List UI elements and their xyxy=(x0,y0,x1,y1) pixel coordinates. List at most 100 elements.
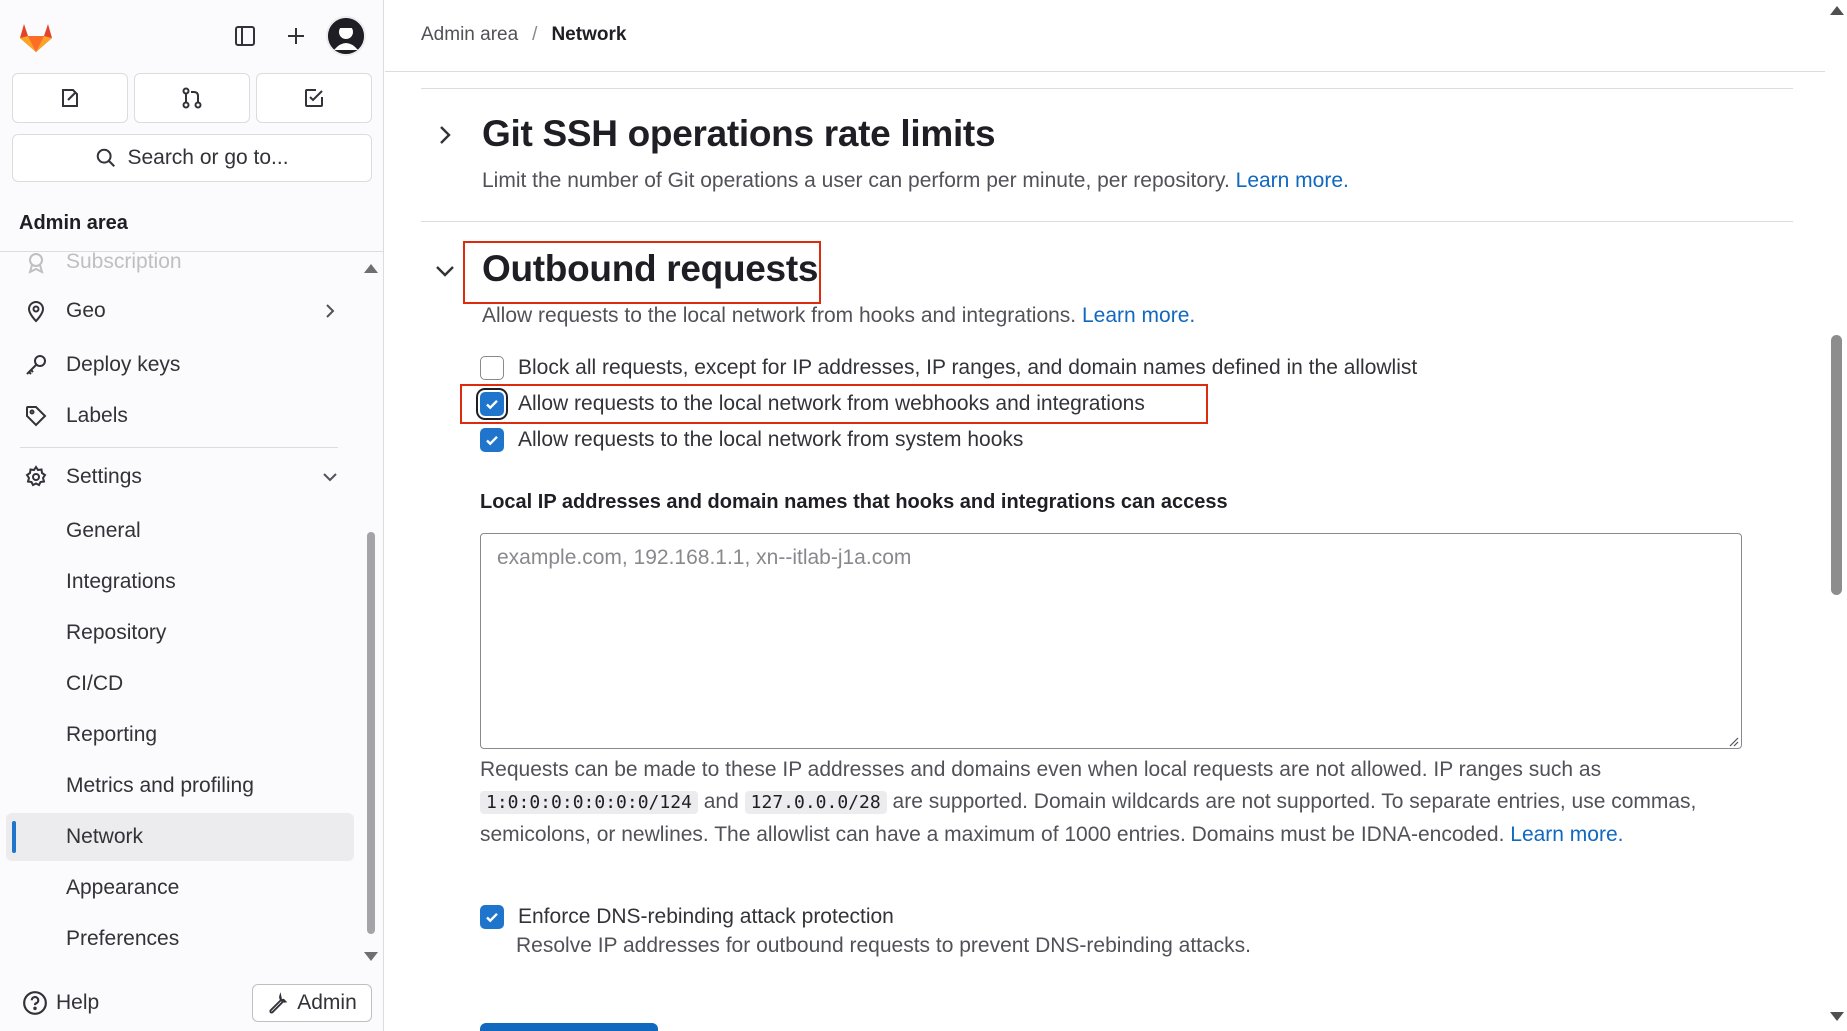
chevron-right-icon xyxy=(326,304,335,318)
user-avatar[interactable] xyxy=(326,16,366,56)
sidebar-item-subscription[interactable]: Subscription xyxy=(6,252,354,286)
outbound-section-title[interactable]: Outbound requests xyxy=(482,248,818,290)
allow-webhooks-checkbox[interactable] xyxy=(480,392,504,416)
chevron-down-icon xyxy=(323,473,337,482)
help-label: Help xyxy=(56,991,100,1014)
scrollbar-thumb[interactable] xyxy=(1831,335,1842,595)
allow-webhooks-checkbox-row[interactable]: Allow requests to the local network from… xyxy=(480,389,1145,419)
sidebar-item-repository[interactable]: Repository xyxy=(6,609,354,657)
allow-system-hooks-checkbox-row[interactable]: Allow requests to the local network from… xyxy=(480,425,1023,455)
breadcrumb-admin-area[interactable]: Admin area xyxy=(421,24,518,46)
sidebar-item-integrations[interactable]: Integrations xyxy=(6,558,354,606)
breadcrumb: Admin area / Network xyxy=(421,24,626,46)
sidebar-item-label: Appearance xyxy=(66,876,180,899)
section-divider xyxy=(421,88,1793,89)
location-pin-icon xyxy=(27,301,45,323)
scrollbar-thumb[interactable] xyxy=(367,532,375,934)
allowlist-learn-more-link[interactable]: Learn more. xyxy=(1510,823,1623,846)
checkmark-icon xyxy=(486,399,498,410)
breadcrumb-separator: / xyxy=(532,24,538,45)
git-ssh-section-description: Limit the number of Git operations a use… xyxy=(482,169,1349,193)
help-text-part-1: Requests can be made to these IP address… xyxy=(480,758,1602,781)
sidebar-title: Admin area xyxy=(0,196,384,252)
sidebar-item-metrics-and-profiling[interactable]: Metrics and profiling xyxy=(6,762,354,810)
sidebar-nav: Subscription Geo Deploy keys Labels Sett… xyxy=(0,252,384,967)
sidebar-item-network[interactable]: Network xyxy=(6,813,354,861)
checkbox-label: Allow requests to the local network from… xyxy=(518,428,1024,451)
nav-divider xyxy=(20,447,338,448)
scroll-down-arrow-icon[interactable] xyxy=(364,952,378,961)
sidebar-item-label: CI/CD xyxy=(66,672,124,695)
git-ssh-description-text: Limit the number of Git operations a use… xyxy=(482,169,1230,192)
sidebar-item-labels[interactable]: Labels xyxy=(6,392,354,440)
section-divider xyxy=(421,221,1793,222)
chevron-down-icon[interactable] xyxy=(431,257,459,285)
gear-icon xyxy=(25,465,47,487)
sidebar-item-label: Repository xyxy=(66,621,167,644)
outbound-section-description: Allow requests to the local network from… xyxy=(482,304,1195,328)
page-scrollbar[interactable] xyxy=(1826,0,1847,1031)
sidebar-item-deploy-keys[interactable]: Deploy keys xyxy=(6,341,354,389)
breadcrumb-network[interactable]: Network xyxy=(551,24,626,46)
top-bar: Admin area / Network xyxy=(385,0,1825,72)
chevron-right-icon[interactable] xyxy=(431,121,459,149)
checkbox-label: Enforce DNS-rebinding attack protection xyxy=(518,905,894,928)
label-icon xyxy=(26,406,47,427)
key-icon xyxy=(26,355,46,375)
sidebar: Search or go to... Admin area Subscripti… xyxy=(0,0,384,1031)
sidebar-item-label: Labels xyxy=(66,404,128,427)
scroll-up-arrow-icon[interactable] xyxy=(1830,6,1844,15)
checkmark-icon xyxy=(486,435,498,446)
dns-rebinding-checkbox[interactable] xyxy=(480,905,504,929)
scroll-down-arrow-icon[interactable] xyxy=(1830,1012,1844,1021)
outbound-description-text: Allow requests to the local network from… xyxy=(482,304,1077,327)
sidebar-footer: Help Admin xyxy=(0,976,384,1031)
search-label: Search or go to... xyxy=(127,146,289,169)
todo-icon xyxy=(305,89,323,107)
save-changes-button[interactable] xyxy=(480,1023,658,1031)
sidebar-item-geo[interactable]: Geo xyxy=(6,287,354,335)
help-button[interactable]: Help xyxy=(22,986,99,1020)
merge-requests-button[interactable] xyxy=(134,73,250,123)
sidebar-scrollbar[interactable] xyxy=(364,262,378,962)
git-ssh-section-title[interactable]: Git SSH operations rate limits xyxy=(482,113,996,155)
search-button[interactable]: Search or go to... xyxy=(12,134,372,182)
sidebar-item-label: Deploy keys xyxy=(66,353,181,376)
allowlist-textarea[interactable] xyxy=(480,533,1742,749)
block-all-requests-checkbox[interactable] xyxy=(480,356,504,380)
sidebar-item-reporting[interactable]: Reporting xyxy=(6,711,354,759)
sidebar-item-ci-cd[interactable]: CI/CD xyxy=(6,660,354,708)
scroll-up-arrow-icon[interactable] xyxy=(364,264,378,273)
checkmark-icon xyxy=(486,912,498,923)
issues-icon xyxy=(62,89,78,107)
git-ssh-learn-more-link[interactable]: Learn more. xyxy=(1236,169,1349,192)
sidebar-item-preferences[interactable]: Preferences xyxy=(6,915,354,963)
issues-button[interactable] xyxy=(12,73,128,123)
outbound-learn-more-link[interactable]: Learn more. xyxy=(1082,304,1195,327)
sidebar-item-label: Reporting xyxy=(66,723,158,746)
sidebar-item-settings[interactable]: Settings xyxy=(6,453,354,501)
help-icon xyxy=(23,991,47,1015)
gitlab-tanuki-icon[interactable] xyxy=(16,16,56,56)
allow-system-hooks-checkbox[interactable] xyxy=(480,428,504,452)
todo-button[interactable] xyxy=(256,73,372,123)
allowlist-label: Local IP addresses and domain names that… xyxy=(480,491,1228,513)
sidebar-item-label: Settings xyxy=(66,465,142,488)
admin-button[interactable]: Admin xyxy=(252,984,372,1022)
plus-icon[interactable] xyxy=(278,18,314,54)
sidebar-item-general[interactable]: General xyxy=(6,507,354,555)
search-icon xyxy=(97,148,116,167)
sidebar-toggle-icon[interactable] xyxy=(227,18,263,54)
main-content: Git SSH operations rate limits Limit the… xyxy=(385,73,1825,1031)
sidebar-item-appearance[interactable]: Appearance xyxy=(6,864,354,912)
sidebar-item-label: Integrations xyxy=(66,570,176,593)
sidebar-header xyxy=(0,0,384,76)
allowlist-help-text: Requests can be made to these IP address… xyxy=(480,754,1760,851)
resize-handle-icon[interactable] xyxy=(1729,737,1739,747)
sidebar-item-label: Subscription xyxy=(66,252,182,273)
checkbox-label: Block all requests, except for IP addres… xyxy=(518,356,1418,379)
sidebar-item-label: General xyxy=(66,519,141,542)
dns-rebinding-checkbox-row[interactable]: Enforce DNS-rebinding attack protection xyxy=(480,902,894,932)
block-all-requests-checkbox-row[interactable]: Block all requests, except for IP addres… xyxy=(480,353,1417,383)
sidebar-item-label: Geo xyxy=(66,299,106,322)
